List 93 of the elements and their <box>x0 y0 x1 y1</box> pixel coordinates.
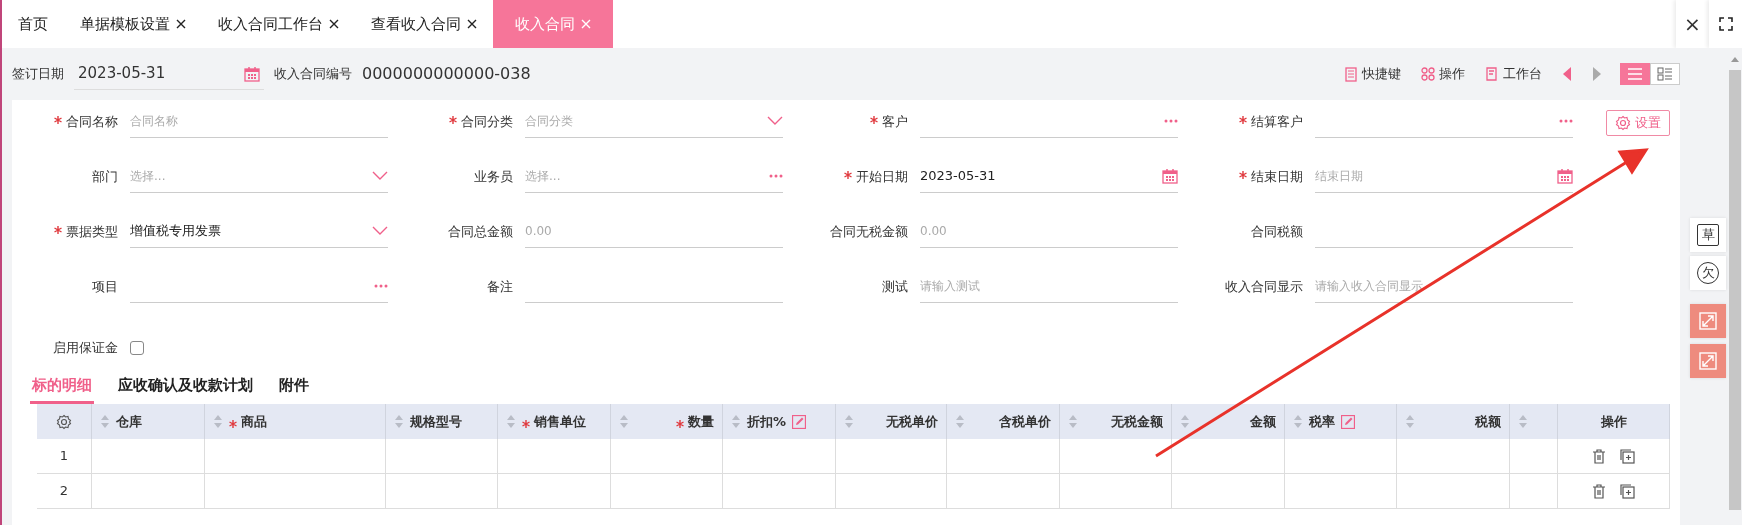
field-label: 签订日期 <box>12 64 64 83</box>
sort-icon[interactable] <box>955 415 965 428</box>
toolbar-button[interactable]: 快捷键 <box>1344 64 1401 84</box>
chevron-down-icon[interactable] <box>767 115 783 126</box>
column-header: 操作 <box>1558 404 1670 439</box>
view-toggle[interactable] <box>1650 63 1680 85</box>
toolbar-button[interactable]: 工作台 <box>1485 64 1542 84</box>
fullscreen-icon[interactable] <box>1718 17 1733 31</box>
trash-icon[interactable] <box>1592 448 1606 464</box>
field-label: 开始日期 <box>802 163 920 187</box>
previous-icon[interactable] <box>1562 67 1572 81</box>
chevron-down-icon[interactable] <box>372 170 388 181</box>
grid-icon <box>1421 66 1435 82</box>
tab[interactable]: 应收确认及收款计划 <box>116 374 255 404</box>
side-button[interactable] <box>1690 344 1726 378</box>
tab[interactable]: 收入合同工作台 <box>202 0 355 48</box>
close-icon[interactable] <box>176 19 186 29</box>
calendar-icon[interactable] <box>1162 167 1178 184</box>
close-icon[interactable] <box>467 19 477 29</box>
calendar-icon[interactable] <box>1557 167 1573 184</box>
side-button[interactable]: 欠 <box>1690 256 1726 290</box>
expand-icon <box>1699 352 1717 370</box>
copy-icon[interactable] <box>1620 448 1635 464</box>
document-icon <box>1344 66 1358 82</box>
settings-icon <box>1615 114 1631 131</box>
list-icon <box>1627 67 1643 81</box>
column-header[interactable]: 仓库 <box>116 411 142 432</box>
tab[interactable]: 查看收入合同 <box>355 0 493 48</box>
more-icon[interactable] <box>769 173 783 178</box>
calendar-icon[interactable] <box>244 65 260 82</box>
chevron-down-icon[interactable] <box>372 225 388 236</box>
field-label: 启用保证金 <box>52 339 119 358</box>
expand-icon <box>1699 312 1717 330</box>
sort-icon[interactable] <box>1068 415 1078 428</box>
field-label: 合同名称 <box>12 108 130 132</box>
sort-icon[interactable] <box>1405 415 1415 428</box>
edit-icon[interactable] <box>792 414 807 429</box>
dropdown-field[interactable]: 增值税专用发票 <box>130 218 388 248</box>
column-header[interactable]: 商品 <box>241 411 267 432</box>
field-label: 测试 <box>881 278 909 296</box>
toolbar-button[interactable]: 操作 <box>1421 64 1465 84</box>
side-button[interactable]: 草 <box>1690 218 1726 252</box>
sort-icon[interactable] <box>1293 415 1303 428</box>
tab[interactable]: 首页 <box>2 0 64 48</box>
more-icon[interactable] <box>1559 118 1573 123</box>
sort-icon[interactable] <box>1180 415 1190 428</box>
tab[interactable]: 单据模板设置 <box>64 0 202 48</box>
date-field[interactable]: 2023-05-31 <box>920 163 1178 193</box>
field-label: 备注 <box>486 278 514 296</box>
edit-icon[interactable] <box>1341 414 1355 429</box>
field-label: 收入合同显示 <box>1224 278 1304 296</box>
column-header[interactable]: 税率 <box>1309 411 1335 432</box>
sort-icon[interactable] <box>506 415 516 428</box>
date-value: 2023-05-31 <box>78 63 166 85</box>
field-label: 票据类型 <box>12 218 130 242</box>
field-label: 结束日期 <box>1197 163 1315 187</box>
field-label: 合同无税金额 <box>829 223 909 241</box>
field-label: 部门 <box>91 168 119 186</box>
sort-icon[interactable] <box>100 415 110 428</box>
column-header[interactable]: 金额 <box>1250 411 1276 432</box>
sort-icon[interactable] <box>731 415 741 428</box>
close-icon[interactable] <box>329 19 339 29</box>
row-number: 1 <box>59 447 69 466</box>
field-label: 合同税额 <box>1250 223 1304 241</box>
field-label: 项目 <box>91 278 119 296</box>
sort-icon[interactable] <box>1518 415 1528 428</box>
tab[interactable]: 附件 <box>277 374 311 404</box>
settings-icon[interactable] <box>56 413 72 430</box>
contract-number: 0000000000000-038 <box>362 63 531 85</box>
sort-icon[interactable] <box>844 415 854 428</box>
more-icon[interactable] <box>1164 118 1178 123</box>
date-field[interactable]: 2023-05-31 <box>74 58 264 90</box>
view-toggle[interactable] <box>1620 63 1650 85</box>
row-number: 2 <box>59 482 69 501</box>
field-label: 合同总金额 <box>447 223 514 241</box>
field-label: 结算客户 <box>1197 108 1315 132</box>
sort-icon[interactable] <box>619 415 629 428</box>
column-header[interactable]: 数量 <box>688 411 714 432</box>
close-button[interactable]: × <box>1676 0 1709 48</box>
field-label: 合同分类 <box>407 108 525 132</box>
field-label: 业务员 <box>473 168 514 186</box>
copy-icon[interactable] <box>1620 483 1635 499</box>
card-view-icon <box>1657 67 1673 81</box>
more-icon[interactable] <box>374 283 388 288</box>
checkbox[interactable] <box>130 341 144 355</box>
field-label: 客户 <box>802 108 920 132</box>
sort-icon[interactable] <box>394 415 404 428</box>
sort-icon[interactable] <box>213 415 223 428</box>
side-button[interactable] <box>1690 304 1726 338</box>
column-header[interactable]: 税额 <box>1475 411 1501 432</box>
page-icon <box>1485 66 1499 82</box>
trash-icon[interactable] <box>1592 483 1606 499</box>
field-label: 收入合同编号 <box>274 64 352 83</box>
